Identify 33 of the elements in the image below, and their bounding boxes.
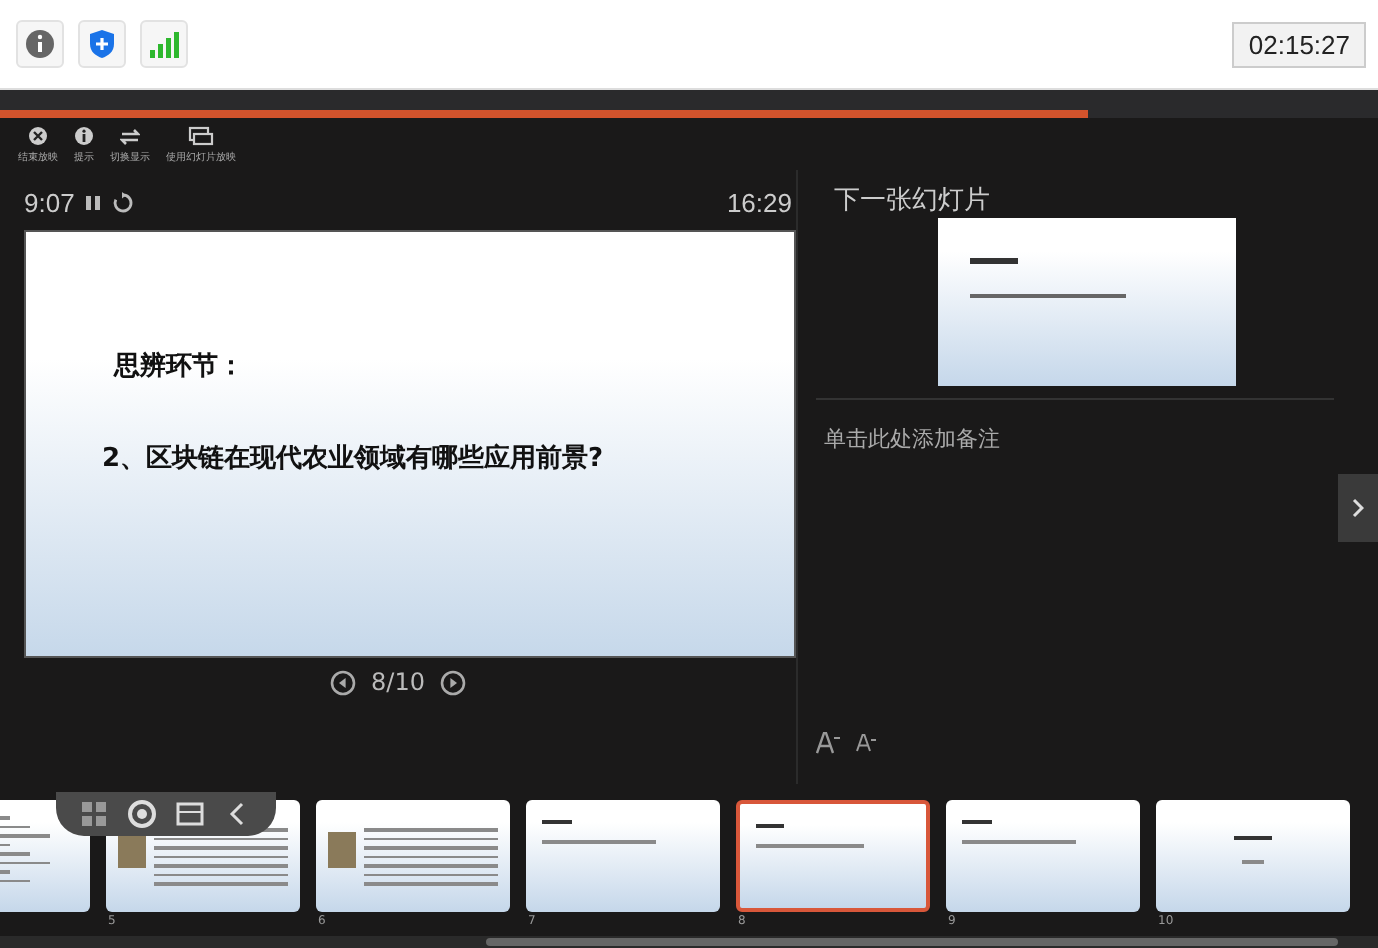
- window-icon: [188, 126, 214, 146]
- scrollbar[interactable]: [486, 938, 1338, 946]
- decrease-font-icon[interactable]: [856, 734, 876, 752]
- next-slide-icon[interactable]: [440, 669, 467, 695]
- info-icon: [24, 28, 56, 60]
- previous-slide-icon[interactable]: [329, 669, 356, 695]
- clock-time: 16:29: [726, 187, 792, 217]
- slide-thumbnail[interactable]: [1156, 800, 1350, 912]
- shield-button[interactable]: [78, 20, 126, 68]
- slide-heading: 思辨环节：: [114, 349, 246, 384]
- shield-icon: [86, 28, 118, 60]
- slide-thumbnail[interactable]: [526, 800, 720, 912]
- close-icon: [28, 126, 48, 146]
- notes-placeholder[interactable]: 单击此处添加备注: [824, 426, 1000, 452]
- increase-font-icon[interactable]: [816, 732, 840, 754]
- grid-icon[interactable]: [80, 800, 108, 828]
- signal-icon: [148, 29, 180, 59]
- slide-thumbnail[interactable]: [736, 800, 930, 912]
- restart-icon[interactable]: [112, 191, 135, 213]
- slide-thumbnail[interactable]: [946, 800, 1140, 912]
- elapsed-time: 9:07: [24, 187, 75, 217]
- clock: 02:15:27: [1232, 21, 1366, 67]
- next-slide-title: 下一张幻灯片: [832, 184, 992, 218]
- slide-counter: 8/10: [371, 668, 425, 696]
- screen-icon[interactable]: [176, 800, 204, 828]
- info-button[interactable]: [16, 20, 64, 68]
- info-icon: [74, 126, 94, 146]
- slide-question: 2、区块链在现代农业领域有哪些应用前景?: [102, 441, 606, 476]
- chevron-right-icon: [1352, 498, 1364, 518]
- expand-panel-button[interactable]: [1338, 474, 1378, 542]
- swap-icon: [120, 126, 140, 146]
- slide-thumbnail[interactable]: [316, 800, 510, 912]
- pause-icon[interactable]: [84, 193, 103, 211]
